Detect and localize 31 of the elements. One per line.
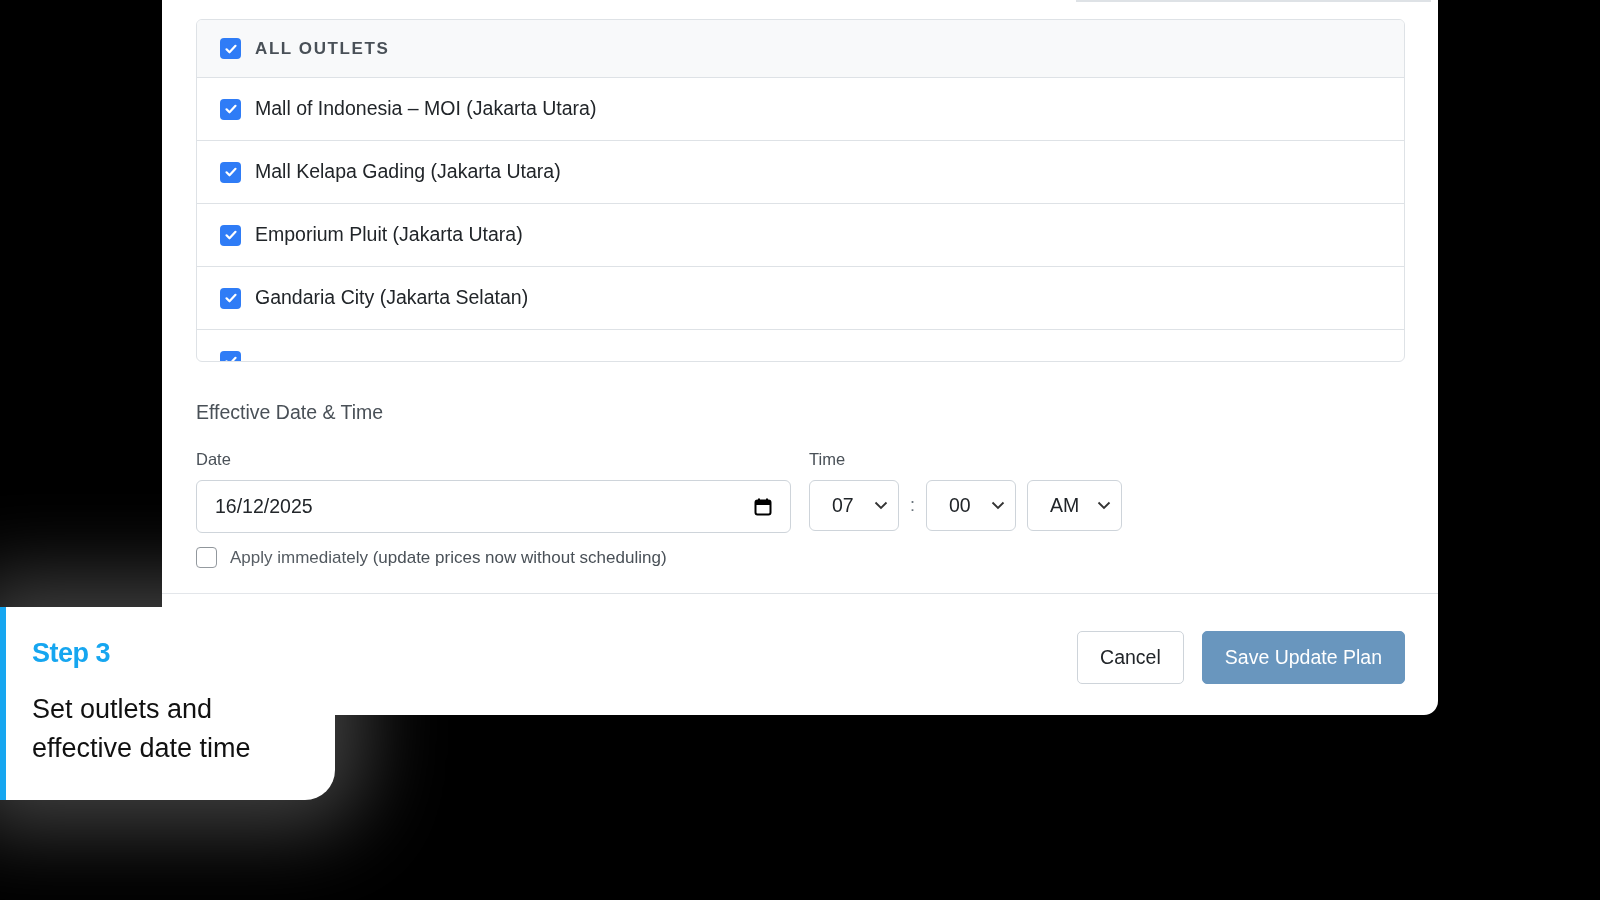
field-label: Date (196, 449, 232, 471)
step-title: Step 3 (32, 637, 112, 670)
outlet-label: Mall of Indonesia – MOI (Jakarta Utara) (255, 96, 597, 122)
checkmark-icon (223, 228, 238, 242)
checkmark-icon (223, 291, 238, 305)
outlet-label: Emporium Pluit (Jakarta Utara) (255, 222, 523, 248)
outlet-label: Mall Kelapa Gading (Jakarta Utara) (255, 159, 561, 185)
time-separator: : (910, 494, 915, 517)
checkbox-label: Apply immediately (update prices now without scheduling) (230, 547, 667, 569)
hour-select[interactable]: 07 (809, 480, 899, 531)
checkbox[interactable] (220, 98, 241, 120)
checkmark-icon (223, 165, 238, 179)
checkbox[interactable] (220, 161, 241, 183)
outlet-label: Gandaria City (Jakarta Selatan) (255, 285, 529, 311)
minute-select[interactable]: 00 (926, 480, 1016, 531)
step-description: Set outlets and effective date time (32, 692, 252, 765)
header-label: ALL OUTLETS (255, 37, 390, 60)
checkbox[interactable] (220, 224, 241, 246)
date-field[interactable]: 16/12/2025 (196, 480, 791, 533)
caret-icon (874, 501, 888, 510)
checkbox[interactable] (220, 287, 241, 309)
checkbox[interactable] (196, 547, 217, 569)
section-title: Effective Date & Time (196, 400, 385, 425)
calendar-icon[interactable] (754, 497, 772, 516)
checkmark-icon (223, 102, 238, 116)
checkbox[interactable] (220, 38, 241, 59)
caret-icon (991, 501, 1005, 510)
cancel-button[interactable]: Cancel (1077, 631, 1184, 684)
period-select[interactable]: AM (1027, 480, 1122, 531)
caret-icon (1097, 501, 1111, 510)
field-label: Time (809, 449, 847, 471)
